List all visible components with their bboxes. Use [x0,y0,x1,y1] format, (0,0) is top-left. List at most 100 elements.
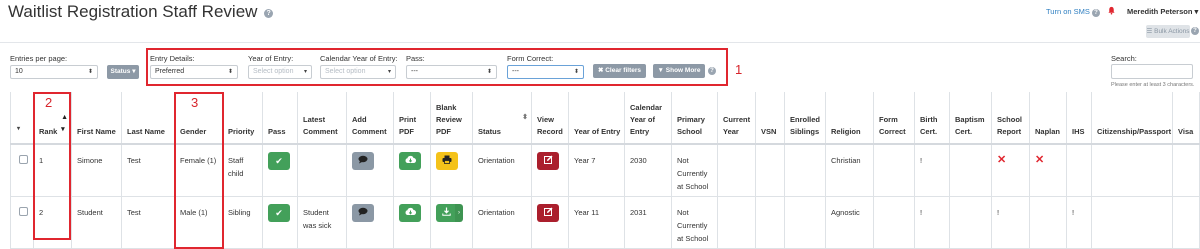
search-label: Search: [1111,54,1137,63]
latest-comment-cell [297,144,347,197]
user-name[interactable]: Meredith Peterson [1127,7,1192,16]
comment-icon [358,155,368,164]
cloud-download-icon [405,207,416,215]
add-comment-button[interactable] [352,203,374,222]
page-title: Waitlist Registration Staff Review ? [8,2,274,22]
column-header[interactable]: Current Year [717,92,756,145]
download-button[interactable] [436,203,456,222]
row-select-cell [10,196,34,249]
baptism-cert-cell [949,196,992,249]
view-record-button[interactable] [537,152,559,170]
print-pdf-button[interactable] [399,152,421,170]
year-of-entry-cell: Year 7 [568,144,625,197]
citizenship-cell [1091,144,1173,197]
user-menu[interactable]: Meredith Peterson ▾ [1127,7,1198,16]
column-header[interactable]: IHS [1066,92,1092,145]
ihs-cell: ! [1066,196,1092,249]
help-icon[interactable]: ? [1092,9,1100,17]
naplan-cell: ✕ [1029,144,1067,197]
sort-icon[interactable]: ⬍ [522,112,528,124]
primary-school-cell: Not Currently at School [671,196,718,249]
enrolled-siblings-cell [784,144,826,197]
column-header[interactable]: Year of Entry [568,92,625,145]
print-pdf-cell [393,144,431,197]
column-header[interactable]: Citizenship/Passport [1091,92,1173,145]
column-header[interactable]: VSN [755,92,785,145]
entries-per-page-value: 10 [15,68,23,75]
column-header-select[interactable]: ▾ [10,92,34,145]
column-header[interactable]: Calendar Year of Entry [624,92,672,145]
download-icon [441,207,451,216]
column-header[interactable]: Add Comment [346,92,394,145]
column-header[interactable]: Enrolled Siblings [784,92,826,145]
pass-button[interactable]: ✔ [268,203,290,222]
column-header[interactable]: Primary School [671,92,718,145]
column-header[interactable]: Print PDF [393,92,431,145]
status-button[interactable]: Status ▾ [107,65,139,79]
search-input[interactable] [1111,64,1193,79]
select-arrows-icon: ⬍ [87,69,93,75]
row-checkbox[interactable] [19,155,28,164]
citizenship-cell [1091,196,1173,249]
blank-review-pdf-cell: › [430,196,473,249]
row-select-cell [10,144,34,197]
column-header[interactable]: Blank Review PDF [430,92,473,145]
turn-on-sms-link[interactable]: Turn on SMS ? [1046,7,1100,17]
chevron-right-icon[interactable]: › [455,203,463,222]
visa-cell [1172,196,1200,249]
add-comment-cell [346,144,394,197]
last-name-cell: Test [121,196,175,249]
column-header[interactable]: Pass [262,92,298,145]
sms-link-text[interactable]: Turn on SMS [1046,7,1090,16]
bulk-actions-label: Bulk Actions [1154,28,1190,35]
add-comment-button[interactable] [352,152,374,170]
current-year-cell [717,196,756,249]
last-name-cell: Test [121,144,175,197]
view-record-cell [531,144,569,197]
bell-icon[interactable] [1107,6,1116,15]
enrolled-siblings-cell [784,196,826,249]
caret-down-icon: ▾ [130,68,136,75]
comment-icon [358,207,368,215]
view-record-button[interactable] [537,203,559,222]
primary-school-cell: Not Currently at School [671,144,718,197]
birth-cert-cell: ! [914,144,950,197]
column-header[interactable]: Status ⬍ [472,92,532,145]
status-cell: Orientation [472,196,532,249]
column-header[interactable]: Last Name [121,92,175,145]
x-icon: ✕ [997,154,1007,166]
edit-icon [543,155,552,164]
row-checkbox[interactable] [19,206,28,216]
ihs-cell [1066,144,1092,197]
column-header[interactable]: Priority [222,92,263,145]
help-icon[interactable]: ? [264,9,274,18]
caret-down-icon[interactable]: ▾ [17,123,20,135]
cloud-download-icon [405,155,416,163]
annotation-label-2: 2 [45,95,53,110]
column-header[interactable]: Birth Cert. [914,92,950,145]
pass-button[interactable]: ✔ [268,152,290,170]
column-header[interactable]: Religion [825,92,874,145]
column-header[interactable]: Latest Comment [297,92,347,145]
religion-cell: Christian [825,144,874,197]
column-header[interactable]: Naplan [1029,92,1067,145]
column-header[interactable]: View Record [531,92,569,145]
bulk-actions-button[interactable]: ☰ Bulk Actions [1146,25,1190,38]
column-header[interactable]: Form Correct [873,92,915,145]
help-icon[interactable]: ? [1191,27,1199,35]
list-icon: ☰ [1146,28,1153,35]
annotation-box-1 [146,48,728,86]
header-divider [0,42,1200,43]
view-record-cell [531,196,569,249]
column-header[interactable]: Visa [1172,92,1200,145]
entries-per-page-select[interactable]: 10 ⬍ [10,65,98,79]
latest-comment-cell: Student was sick [297,196,347,249]
column-header[interactable]: School Report [991,92,1030,145]
column-header[interactable]: First Name [71,92,122,145]
page-title-text: Waitlist Registration Staff Review [8,2,258,21]
pass-cell: ✔ [262,144,298,197]
print-pdf-button[interactable] [399,203,421,222]
blank-review-pdf-button[interactable] [436,152,458,170]
column-header[interactable]: Baptism Cert. [949,92,992,145]
search-hint: Please enter at least 3 characters. [1111,82,1195,88]
